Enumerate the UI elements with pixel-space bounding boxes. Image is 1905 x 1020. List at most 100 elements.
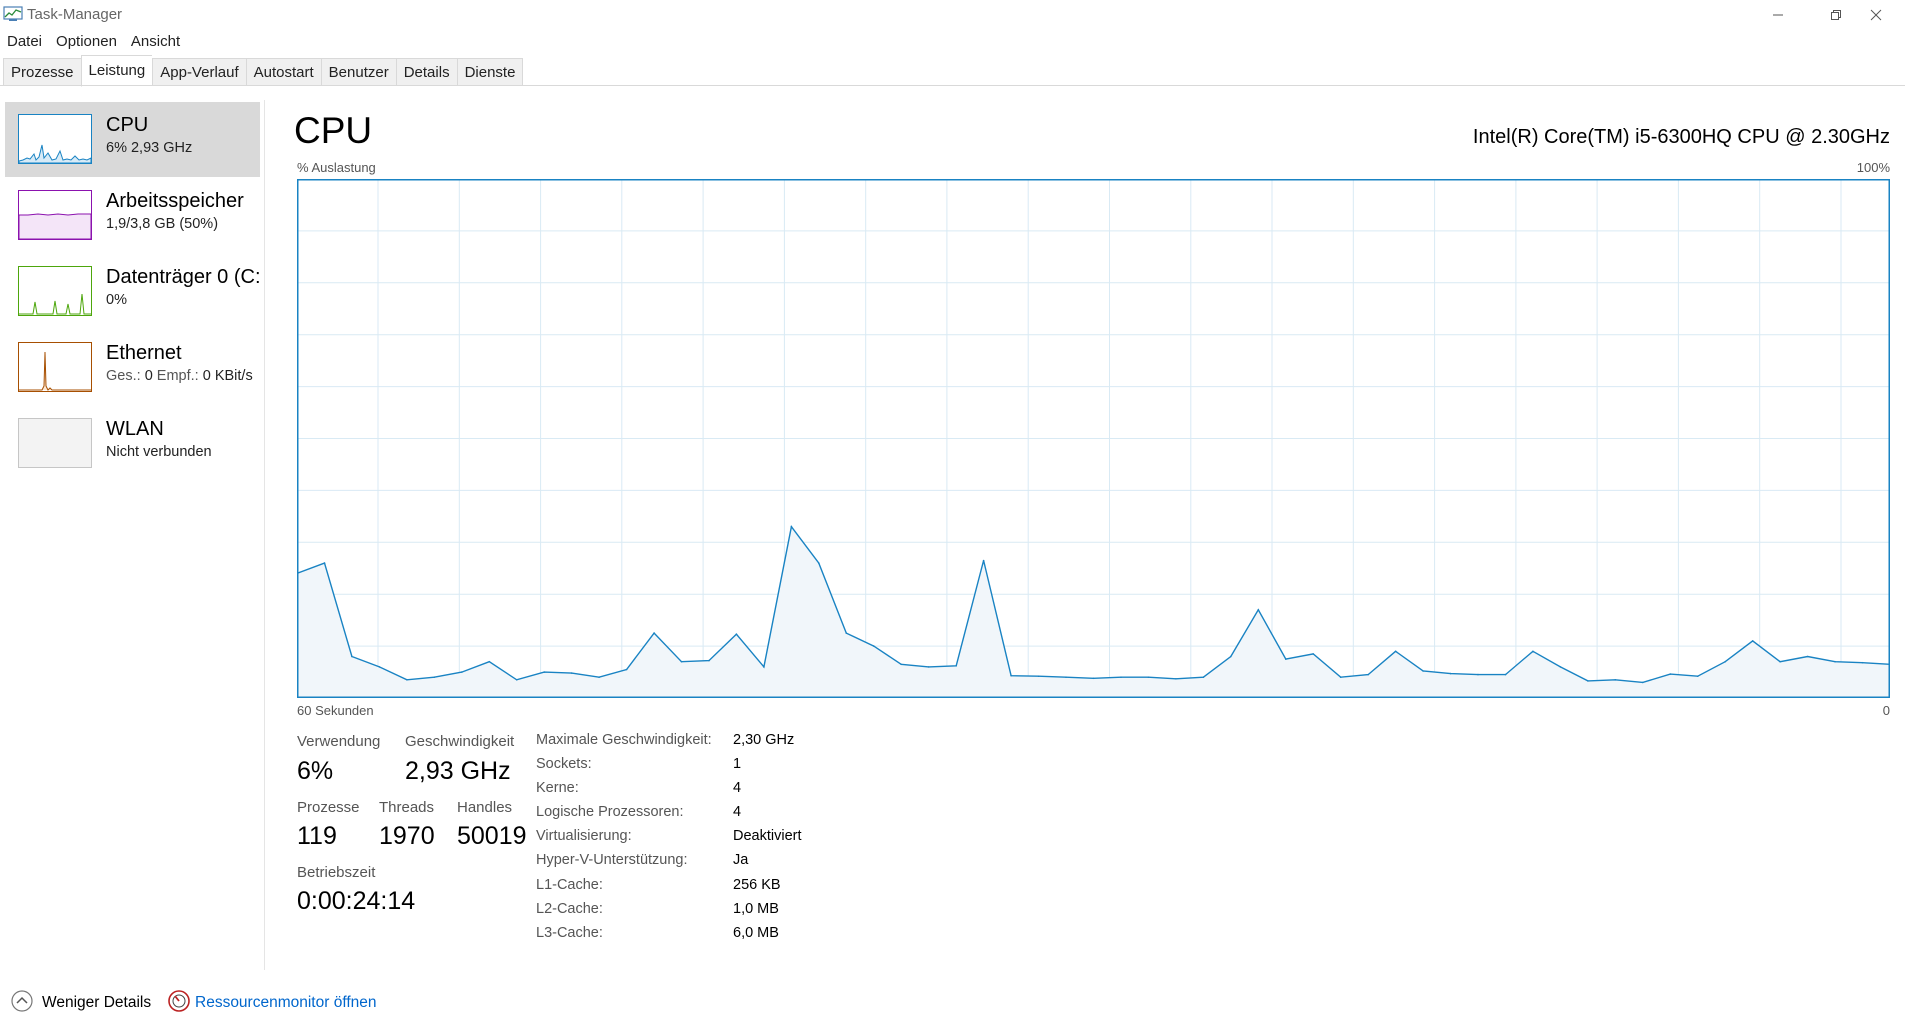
receive-value: 0 KBit/s xyxy=(202,368,253,384)
info-row: L2-Cache: 1,0 MB xyxy=(536,901,802,925)
sidebar-item-label: Datenträger 0 (C: D:) xyxy=(106,266,260,288)
send-value: 0 xyxy=(144,368,153,384)
graph-x-axis-label: 60 Sekunden xyxy=(297,703,374,718)
cpu-usage-point xyxy=(653,632,655,634)
sidebar-item-memory[interactable]: Arbeitsspeicher 1,9/3,8 GB (50%) xyxy=(5,178,260,253)
tab-autostart[interactable]: Autostart xyxy=(245,58,321,86)
cpu-usage-point xyxy=(1477,673,1479,676)
tab-details[interactable]: Details xyxy=(395,58,457,86)
menu-optionen[interactable]: Optionen xyxy=(49,31,124,55)
cpu-usage-point xyxy=(378,666,381,668)
speed-value: 2,93 GHz xyxy=(405,757,511,785)
cpu-usage-point xyxy=(1449,672,1452,675)
cpu-usage-point xyxy=(461,671,463,673)
cpu-usage-point xyxy=(900,663,902,666)
graph-x-min-label: 0 xyxy=(1882,703,1890,718)
cpu-usage-point xyxy=(488,660,491,663)
cpu-usage-point xyxy=(1834,660,1836,663)
info-key: Virtualisierung: xyxy=(536,828,632,845)
cpu-usage-point xyxy=(1202,676,1205,678)
tab-dienste[interactable]: Dienste xyxy=(456,58,524,86)
tab-leistung[interactable]: Leistung xyxy=(80,55,153,87)
cpu-usage-point xyxy=(735,633,738,635)
cpu-usage-point xyxy=(1147,676,1150,678)
info-value: Ja xyxy=(733,852,749,869)
sidebar-item-label: WLAN xyxy=(106,418,164,440)
cpu-usage-point xyxy=(1394,650,1397,653)
info-key: Kerne: xyxy=(536,780,579,797)
sidebar-divider xyxy=(264,100,265,970)
cpu-usage-point xyxy=(351,655,353,658)
minimize-button[interactable] xyxy=(1749,0,1807,30)
cpu-usage-point xyxy=(598,676,600,678)
cpu-usage-point xyxy=(406,679,408,681)
uptime-value: 0:00:24:14 xyxy=(297,887,416,915)
graph-y-max-label: 100% xyxy=(1856,160,1890,175)
cpu-usage-point xyxy=(1037,675,1040,677)
cpu-usage-point xyxy=(1367,673,1369,676)
sidebar-item-wlan[interactable]: WLAN Nicht verbunden xyxy=(5,406,260,481)
cpu-usage-point xyxy=(1779,660,1781,663)
cpu-usage-point xyxy=(625,668,628,671)
fewer-details-button[interactable]: Weniger Details xyxy=(42,994,151,1012)
processes-label: Prozesse xyxy=(297,799,360,816)
cpu-usage-point xyxy=(1642,681,1644,684)
cpu-usage-point xyxy=(1339,676,1342,678)
ethernet-thumbnail-graph xyxy=(18,342,92,392)
info-key: Sockets: xyxy=(536,756,592,773)
footer: Weniger Details Ressourcenmonitor öffnen xyxy=(0,986,1905,1020)
info-value: 2,30 GHz xyxy=(733,732,795,748)
info-value: 256 KB xyxy=(733,876,781,893)
cpu-usage-point xyxy=(873,645,875,647)
task-manager-icon xyxy=(3,6,23,21)
cpu-usage-point xyxy=(1559,666,1562,668)
tab-app-verlauf[interactable]: App-Verlauf xyxy=(152,58,246,86)
tab-prozesse[interactable]: Prozesse xyxy=(3,58,81,86)
menu-ansicht[interactable]: Ansicht xyxy=(124,31,187,55)
title-bar: Task-Manager xyxy=(0,0,1905,30)
chevron-up-circle-icon[interactable] xyxy=(10,989,34,1013)
sidebar-item-subtitle: Ges.: 0 Empf.: 0 KBit/s xyxy=(106,368,253,384)
usage-value: 6% xyxy=(297,757,334,785)
resource-sidebar: CPU 6% 2,93 GHz Arbeitsspeicher 1,9/3,8 … xyxy=(0,100,265,970)
sidebar-item-label: CPU xyxy=(106,114,149,136)
cpu-usage-point xyxy=(570,672,573,674)
open-resource-monitor-link[interactable]: Ressourcenmonitor öffnen xyxy=(195,994,377,1012)
usage-label: Verwendung xyxy=(297,733,381,750)
menu-datei[interactable]: Datei xyxy=(0,31,49,55)
info-value: 4 xyxy=(733,780,742,797)
info-row: Virtualisierung: Deaktiviert xyxy=(536,828,802,852)
cpu-usage-point xyxy=(680,660,683,663)
tab-benutzer[interactable]: Benutzer xyxy=(320,58,396,86)
cpu-usage-point xyxy=(955,665,957,667)
info-row: Kerne: 4 xyxy=(536,780,802,804)
restore-icon xyxy=(1831,10,1841,20)
cpu-usage-point xyxy=(323,562,326,564)
sidebar-item-subtitle: 0% xyxy=(106,292,127,308)
cpu-usage-graph xyxy=(297,179,1890,698)
wlan-thumbnail-graph xyxy=(18,418,92,468)
receive-label: Empf.: xyxy=(156,368,199,384)
resource-monitor-icon xyxy=(168,990,190,1012)
cpu-usage-point xyxy=(1669,673,1672,675)
sidebar-item-label: Ethernet xyxy=(106,342,182,364)
cpu-usage-point xyxy=(1092,677,1095,680)
cpu-usage-point xyxy=(515,679,518,681)
cpu-usage-point xyxy=(543,671,545,673)
cpu-usage-point xyxy=(1010,674,1012,677)
cpu-usage-point xyxy=(1587,680,1589,682)
cpu-usage-point xyxy=(763,666,765,668)
info-value: 1,0 MB xyxy=(733,900,779,917)
cpu-usage-point xyxy=(1230,655,1232,658)
cpu-usage-point xyxy=(1175,678,1177,680)
handles-value: 50019 xyxy=(457,822,527,850)
close-button[interactable] xyxy=(1847,0,1905,30)
cpu-usage-point xyxy=(927,666,930,668)
info-key: L1-Cache: xyxy=(536,876,603,893)
sidebar-item-cpu[interactable]: CPU 6% 2,93 GHz xyxy=(5,102,260,177)
sidebar-item-subtitle: 1,9/3,8 GB (50%) xyxy=(106,216,219,232)
cpu-usage-point xyxy=(818,562,820,564)
sidebar-item-ethernet[interactable]: Ethernet Ges.: 0 Empf.: 0 KBit/s xyxy=(5,330,260,405)
cpu-usage-point xyxy=(1065,676,1067,678)
sidebar-item-disk[interactable]: Datenträger 0 (C: D:) 0% xyxy=(5,254,260,329)
